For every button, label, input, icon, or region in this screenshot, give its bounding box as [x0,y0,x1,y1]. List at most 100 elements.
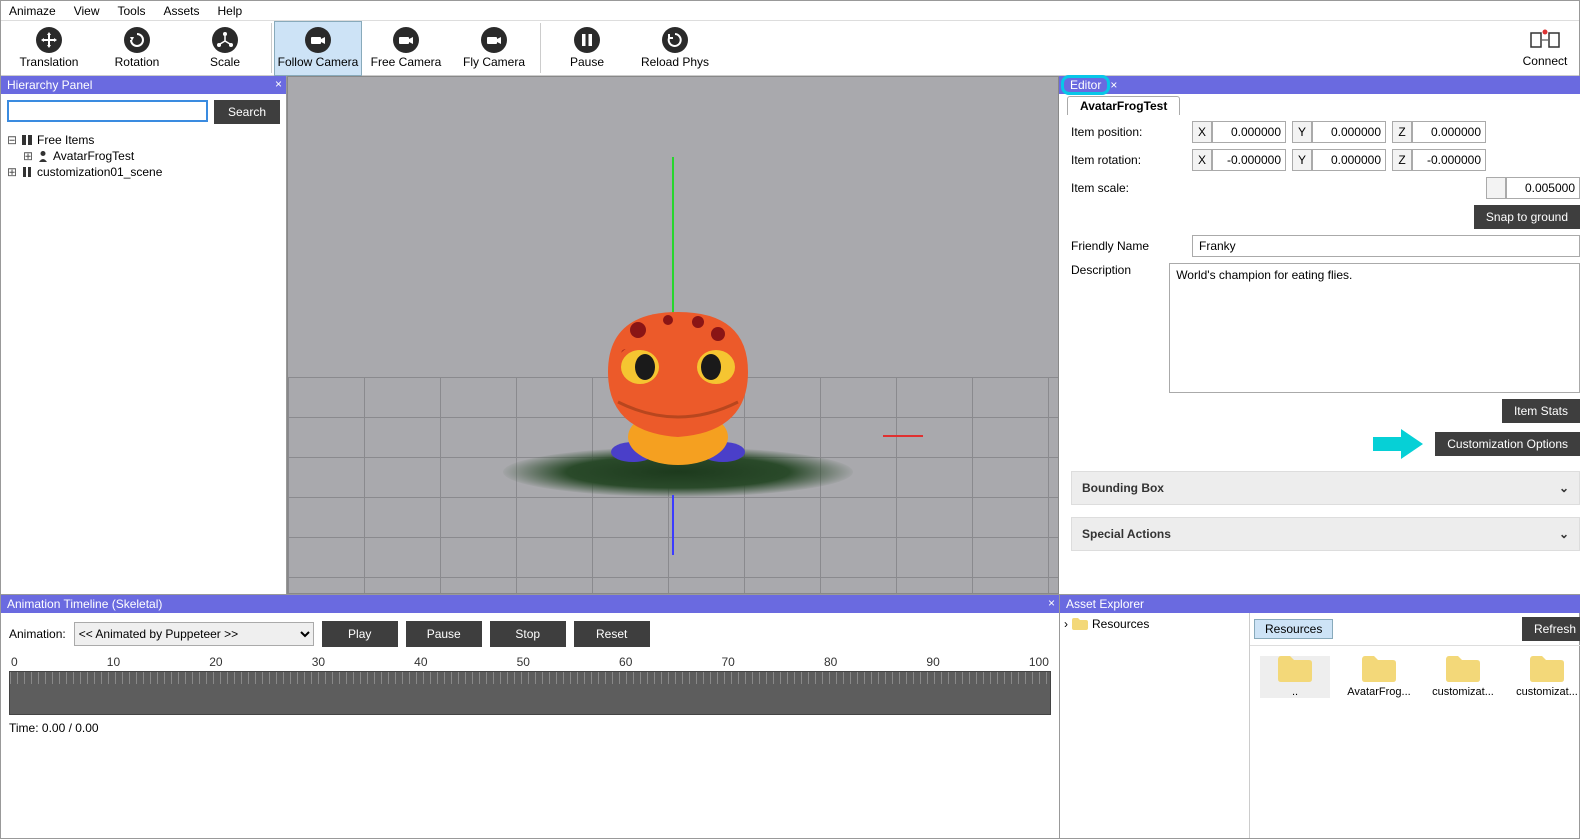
tool-rotation[interactable]: Rotation [93,21,181,76]
tree-row-resources[interactable]: › Resources [1064,617,1245,631]
panel-title: Hierarchy Panel [7,78,92,92]
play-button[interactable]: Play [322,621,398,647]
timeline-track[interactable] [9,671,1051,715]
position-y-input[interactable] [1312,121,1386,143]
folder-icon [1072,618,1088,630]
axis-z-label: Z [1392,149,1412,171]
animation-label: Animation: [9,627,66,641]
snap-to-ground-button[interactable]: Snap to ground [1474,205,1580,229]
customization-options-button[interactable]: Customization Options [1435,432,1580,456]
timeline-ruler[interactable]: 0102030405060708090100 [9,655,1051,715]
expand-icon[interactable]: ⊞ [7,165,17,179]
tool-label: Translation [20,55,79,69]
reset-button[interactable]: Reset [574,621,650,647]
tool-follow-camera[interactable]: Follow Camera [274,21,362,76]
item-rotation-label: Item rotation: [1071,153,1186,167]
tool-translation[interactable]: Translation [5,21,93,76]
close-icon[interactable]: × [1048,596,1055,610]
folder-icon [1446,656,1480,682]
folder-item[interactable]: customizat... [1428,656,1498,698]
rotation-z-input[interactable] [1412,149,1486,171]
tree-row-sibling[interactable]: ⊞ customization01_scene [7,164,280,180]
scale-input[interactable] [1506,177,1580,199]
axis-y-label: Y [1292,149,1312,171]
menu-animaze[interactable]: Animaze [9,4,56,18]
axis-x-label: X [1192,149,1212,171]
tool-label: Rotation [115,55,160,69]
panel-header: Animation Timeline (Skeletal) × [1,595,1059,613]
close-icon[interactable]: × [275,77,282,91]
tool-fly-camera[interactable]: Fly Camera [450,21,538,76]
menu-help[interactable]: Help [218,4,243,18]
callout-arrow-icon [1373,429,1423,459]
friendly-name-input[interactable] [1192,235,1580,257]
hierarchy-panel: Hierarchy Panel × Search ⊟ Free Items ⊞ … [1,76,287,594]
item-scale-label: Item scale: [1071,181,1186,195]
axis-z-label: Z [1392,121,1412,143]
tool-pause[interactable]: Pause [543,21,631,76]
scale-label-blank [1486,177,1506,199]
hierarchy-search-input[interactable] [7,100,208,122]
menu-view[interactable]: View [74,4,100,18]
panel-header: Asset Explorer × [1060,595,1580,613]
rotation-y-input[interactable] [1312,149,1386,171]
refresh-button[interactable]: Refresh [1522,617,1580,641]
tool-connect[interactable]: Connect [1515,21,1575,76]
chevron-right-icon[interactable]: › [1064,617,1068,631]
pause-icon [574,27,600,53]
folder-item[interactable]: customizat... [1512,656,1580,698]
stop-button[interactable]: Stop [490,621,566,647]
special-actions-section[interactable]: Special Actions ⌄ [1071,517,1580,551]
tool-reload-phys[interactable]: Reload Phys [631,21,719,76]
tool-label: Reload Phys [641,55,709,69]
section-label: Bounding Box [1082,481,1164,495]
reload-icon [662,27,688,53]
search-button[interactable]: Search [214,100,280,124]
bounding-box-section[interactable]: Bounding Box ⌄ [1071,471,1580,505]
panel-title: Animation Timeline (Skeletal) [7,597,162,611]
node-icon [21,166,33,178]
avatar-frog [588,272,768,482]
folder-icon [1362,656,1396,682]
ruler-ticks: 0102030405060708090100 [9,655,1051,669]
axis-y-label: Y [1292,121,1312,143]
position-z-input[interactable] [1412,121,1486,143]
breadcrumb-resources[interactable]: Resources [1254,619,1333,639]
folder-icon [1530,656,1564,682]
collapse-icon[interactable]: ⊟ [7,133,17,147]
position-x-input[interactable] [1212,121,1286,143]
item-stats-button[interactable]: Item Stats [1502,399,1580,423]
folder-item[interactable]: AvatarFrog... [1344,656,1414,698]
tree-row-root[interactable]: ⊟ Free Items [7,132,280,148]
camera-icon [393,27,419,53]
close-icon[interactable]: × [1110,78,1117,92]
expand-icon[interactable]: ⊞ [23,149,33,163]
tool-free-camera[interactable]: Free Camera [362,21,450,76]
description-textarea[interactable]: World's champion for eating flies. [1169,263,1580,393]
viewport-3d[interactable] [287,76,1059,594]
asset-tree: › Resources [1060,613,1250,838]
panel-header: Editor × [1059,76,1580,94]
animation-select[interactable]: << Animated by Puppeteer >> [74,622,314,646]
pause-button[interactable]: Pause [406,621,482,647]
tool-scale[interactable]: Scale [181,21,269,76]
tree-row-child[interactable]: ⊞ AvatarFrogTest [7,148,280,164]
menu-assets[interactable]: Assets [164,4,200,18]
separator [271,23,272,73]
tool-label: Pause [570,55,604,69]
tool-label: Scale [210,55,240,69]
avatar-icon [37,150,49,162]
hierarchy-tree: ⊟ Free Items ⊞ AvatarFrogTest ⊞ customiz… [1,130,286,182]
tree-label: Resources [1092,617,1149,631]
gizmo-x-axis [883,435,923,437]
menu-tools[interactable]: Tools [117,4,145,18]
folder-up[interactable]: .. [1260,656,1330,698]
friendly-name-label: Friendly Name [1071,239,1186,253]
tree-label: Free Items [37,133,94,147]
camera-icon [481,27,507,53]
panel-header: Hierarchy Panel × [1,76,286,94]
rotation-x-input[interactable] [1212,149,1286,171]
chevron-down-icon: ⌄ [1559,481,1569,495]
tab-avatarfrogtest[interactable]: AvatarFrogTest [1067,96,1180,115]
tool-label: Fly Camera [463,55,525,69]
